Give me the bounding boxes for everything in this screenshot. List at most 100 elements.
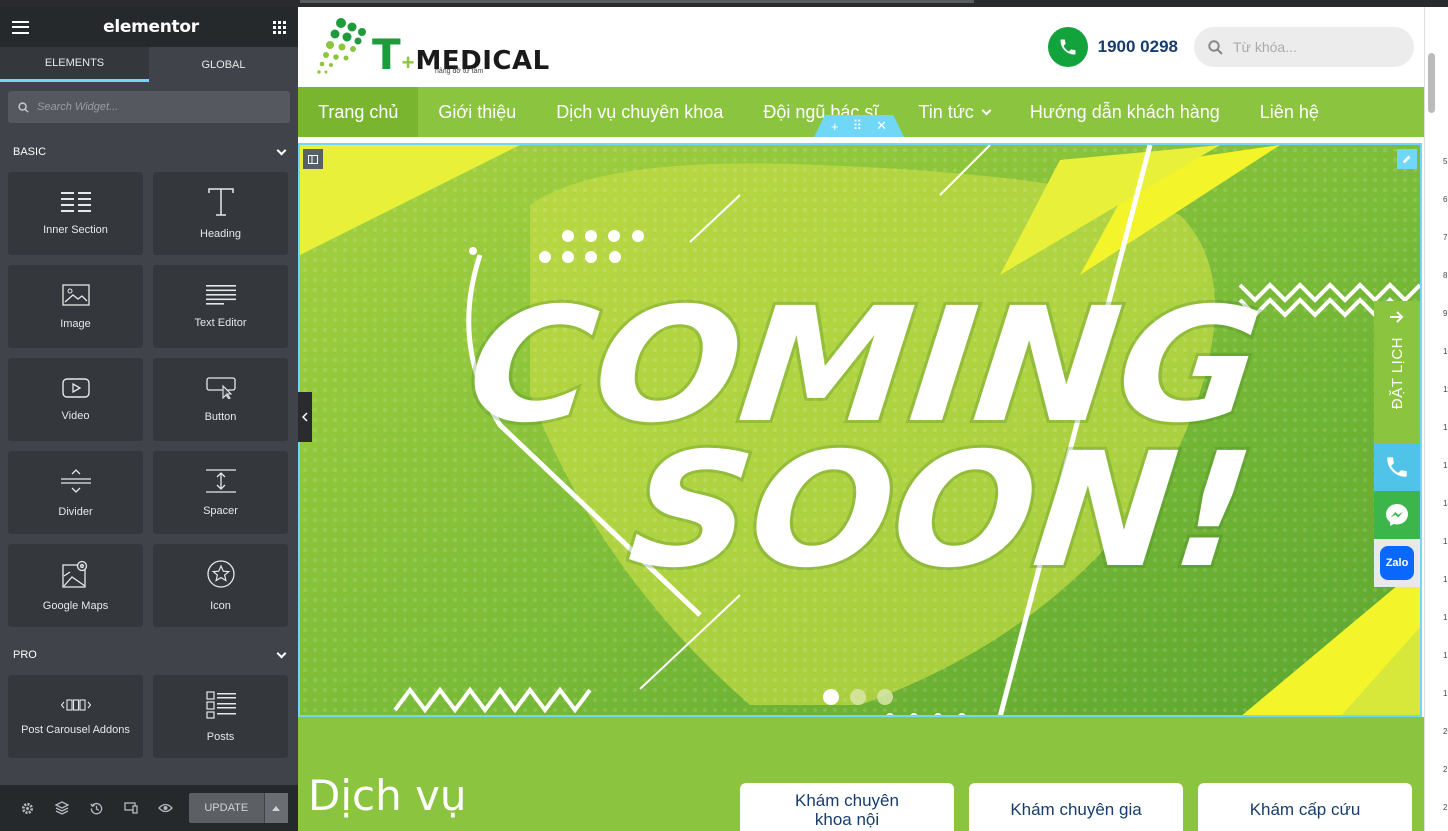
nav-item-news[interactable]: Tin tức [898, 87, 1009, 137]
widget-posts[interactable]: Posts [153, 675, 288, 758]
slider-pagination [823, 689, 893, 705]
slider-dot[interactable] [823, 689, 839, 705]
site-logo[interactable]: T + MEDICAL nâng đỡ từ tâm [316, 18, 550, 76]
zalo-button[interactable]: Zalo [1374, 539, 1420, 587]
carousel-icon [60, 698, 91, 711]
site-preview: T + MEDICAL nâng đỡ từ tâm 1900 0298 Từ … [298, 7, 1424, 831]
section-handle[interactable]: + ⠿ ✕ [814, 115, 904, 137]
heading-icon [207, 187, 234, 216]
widget-video[interactable]: Video [8, 358, 143, 441]
services-section: Dịch vụ Khám chuyên khoa nội Khám chuyên… [298, 717, 1424, 831]
widget-text-editor[interactable]: Text Editor [153, 265, 288, 348]
widget-divider[interactable]: Divider [8, 451, 143, 534]
logo-plus: + [401, 50, 415, 75]
widget-image[interactable]: Image [8, 265, 143, 348]
vertical-ruler: 5 6 7 8 9 10 11 12 13 14 15 16 17 18 19 20 21 22 [1424, 7, 1448, 831]
widget-label: Posts [206, 730, 235, 743]
collapse-panel-button[interactable] [298, 392, 312, 442]
widget-label: Text Editor [194, 316, 247, 329]
drag-handle-icon[interactable]: ⠿ [853, 118, 863, 134]
apps-grid-icon[interactable] [272, 20, 286, 34]
edit-pencil-icon[interactable] [1397, 149, 1417, 169]
booking-button[interactable]: ĐẶT LỊCH [1374, 301, 1420, 443]
widget-inner-section[interactable]: Inner Section [8, 172, 143, 255]
slider-dot[interactable] [877, 689, 893, 705]
delete-section-icon[interactable]: ✕ [876, 118, 887, 134]
nav-item-guide[interactable]: Hướng dẫn khách hàng [1010, 87, 1240, 137]
search-icon [18, 101, 29, 113]
browser-top-bar [0, 0, 1448, 7]
widget-label: Inner Section [43, 223, 108, 236]
section-pro[interactable]: PRO [0, 635, 298, 675]
tab-global[interactable]: GLOBAL [149, 47, 298, 82]
responsive-mode-icon[interactable] [114, 802, 149, 814]
ruler-tick: 14 [1443, 499, 1448, 508]
chevron-down-icon [981, 105, 992, 115]
nav-item-contact[interactable]: Liên hệ [1240, 87, 1339, 137]
ruler-tick: 20 [1443, 727, 1448, 736]
history-icon[interactable] [79, 802, 114, 815]
preview-eye-icon[interactable] [148, 803, 183, 813]
navigator-layers-icon[interactable] [45, 801, 80, 815]
call-button[interactable] [1374, 443, 1420, 491]
nav-item-home[interactable]: Trang chủ [298, 87, 419, 137]
floating-contact-bar: ĐẶT LỊCH Zalo [1374, 301, 1420, 587]
service-card[interactable]: Khám chuyên khoa nội [740, 783, 954, 831]
site-header: T + MEDICAL nâng đỡ từ tâm 1900 0298 Từ … [298, 7, 1424, 87]
slider-dot[interactable] [850, 689, 866, 705]
ruler-tick: 17 [1443, 613, 1448, 622]
add-section-icon[interactable]: + [831, 119, 839, 134]
widget-icon[interactable]: Icon [153, 544, 288, 627]
text-editor-icon [205, 284, 236, 305]
ruler-tick: 16 [1443, 575, 1448, 584]
widget-label: Heading [200, 227, 241, 240]
google-maps-icon [61, 560, 87, 588]
chevron-up-icon [272, 805, 281, 811]
phone-icon[interactable] [1047, 27, 1088, 67]
ruler-tick: 15 [1443, 537, 1448, 546]
editor-panel: elementor ELEMENTS GLOBAL Search Widget.… [0, 7, 298, 831]
messenger-button[interactable] [1374, 491, 1420, 539]
panel-header: elementor [0, 7, 298, 47]
ruler-tick: 8 [1443, 271, 1448, 280]
header-right: 1900 0298 Từ khóa... [1047, 27, 1414, 67]
settings-gear-icon[interactable] [10, 802, 45, 815]
menu-icon[interactable] [12, 20, 29, 34]
inner-section-icon [60, 191, 91, 212]
basic-widget-grid: Inner Section Heading Image Text Editor … [0, 172, 298, 627]
widget-spacer[interactable]: Spacer [153, 451, 288, 534]
posts-icon [205, 690, 236, 719]
ruler-tick: 11 [1443, 385, 1448, 394]
chevron-down-icon [276, 648, 287, 658]
coming-soon-banner: COMING SOON! [300, 145, 1420, 715]
widget-post-carousel[interactable]: Post Carousel Addons [8, 675, 143, 758]
nav-item-services[interactable]: Dịch vụ chuyên khoa [536, 87, 743, 137]
widget-google-maps[interactable]: Google Maps [8, 544, 143, 627]
divider-icon [60, 468, 91, 493]
service-card[interactable]: Khám cấp cứu [1198, 783, 1412, 831]
widget-heading[interactable]: Heading [153, 172, 288, 255]
site-search-placeholder: Từ khóa... [1233, 39, 1297, 55]
widget-label: Divider [58, 505, 93, 518]
ruler-tick: 19 [1443, 689, 1448, 698]
widget-label: Post Carousel Addons [21, 723, 130, 736]
chevron-down-icon [276, 145, 287, 155]
ruler-tick: 13 [1443, 461, 1448, 470]
search-placeholder: Search Widget... [37, 101, 119, 113]
update-options-button[interactable] [263, 793, 289, 823]
site-search-input[interactable]: Từ khóa... [1194, 27, 1414, 67]
service-card[interactable]: Khám chuyên gia [969, 783, 1183, 831]
scrollbar-thumb[interactable] [1428, 53, 1435, 113]
ruler-tick: 12 [1443, 423, 1448, 432]
nav-item-about[interactable]: Giới thiệu [418, 87, 536, 137]
tab-elements[interactable]: ELEMENTS [0, 47, 149, 82]
widget-search-input[interactable]: Search Widget... [8, 91, 290, 123]
section-basic[interactable]: BASIC [0, 132, 298, 172]
hotline-number[interactable]: 1900 0298 [1098, 37, 1178, 57]
widget-button[interactable]: Button [153, 358, 288, 441]
widget-label: Icon [210, 599, 231, 612]
service-card-label: Khám chuyên gia [1010, 800, 1142, 819]
section-settings-icon[interactable] [303, 149, 323, 169]
update-button[interactable]: UPDATE [188, 793, 264, 823]
section-pro-label: PRO [13, 649, 37, 661]
